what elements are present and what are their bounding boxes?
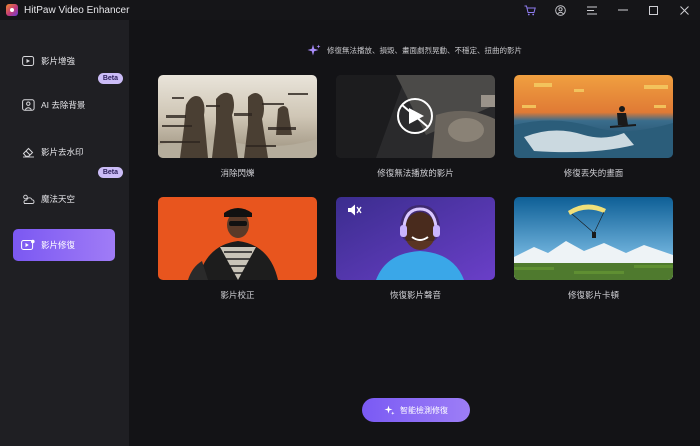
card-restore-audio[interactable]: 恢復影片聲音 [336,197,495,301]
title-bar: HitPaw Video Enhancer [0,0,700,20]
card-fix-stutter[interactable]: 修復影片卡頓 [514,197,673,301]
minimize-icon[interactable] [607,0,638,20]
flicker-thumbnail [158,75,317,158]
main-panel: 修復無法播放、損毀、畫面劇烈晃動、不穩定、扭曲的影片 消除閃爍 修復無法播放的影… [129,20,700,446]
card-label: 影片校正 [220,290,255,300]
menu-icon[interactable] [576,0,607,20]
sidebar-item-magic-sky[interactable]: 魔法天空 Beta [13,167,123,215]
sparkle-icon [384,405,395,415]
card-label: 修復無法播放的影片 [377,168,454,178]
hint-row: 修復無法播放、損毀、畫面劇烈晃動、不穩定、扭曲的影片 [129,44,700,57]
sidebar: 影片增強 AI 去除背景 Beta 影片去水印 魔法天空 Beta 影片修復 [0,20,129,446]
card-label: 修復影片卡頓 [567,290,619,300]
sidebar-item-label: 影片增強 [41,56,76,66]
cart-icon[interactable] [514,0,545,20]
video-enhance-icon [21,54,35,68]
account-icon[interactable] [545,0,576,20]
ai-portrait-icon [21,98,35,112]
card-video-correction[interactable]: 影片校正 [158,197,317,301]
sidebar-item-label: AI 去除背景 [41,100,86,110]
sidebar-item-label: 影片修復 [41,240,76,250]
missing-frames-thumbnail [514,75,673,158]
app-title: HitPaw Video Enhancer [24,4,130,16]
card-unplayable-video[interactable]: 修復無法播放的影片 [336,75,495,179]
beta-badge: Beta [97,73,123,84]
eraser-icon [21,145,35,159]
sparkle-icon [307,44,321,56]
sidebar-item-watermark-removal[interactable]: 影片去水印 [13,136,115,168]
card-label: 修復丟失的畫面 [563,168,624,178]
sidebar-item-video-enhance[interactable]: 影片增強 [13,45,115,77]
sky-icon [21,192,35,206]
app-logo [6,4,18,16]
video-repair-icon [21,238,35,252]
stutter-thumbnail [514,197,673,280]
hint-text: 修復無法播放、損毀、畫面劇烈晃動、不穩定、扭曲的影片 [327,46,522,55]
close-icon[interactable] [669,0,700,20]
card-flicker-removal[interactable]: 消除閃爍 [158,75,317,179]
smart-detect-repair-label: 智能檢測修復 [400,405,448,415]
card-label: 消除閃爍 [220,168,255,178]
sidebar-item-label: 魔法天空 [41,194,76,204]
card-label: 恢復影片聲音 [389,290,441,300]
sidebar-item-label: 影片去水印 [41,147,84,157]
sidebar-item-video-repair[interactable]: 影片修復 [13,229,115,261]
correction-thumbnail [158,197,317,280]
sidebar-item-ai-background-removal[interactable]: AI 去除背景 Beta [13,73,123,121]
unplayable-thumbnail [336,75,495,158]
beta-badge: Beta [97,167,123,178]
restore-audio-thumbnail [336,197,495,280]
maximize-icon[interactable] [638,0,669,20]
card-missing-frames[interactable]: 修復丟失的畫面 [514,75,673,179]
smart-detect-repair-button[interactable]: 智能檢測修復 [362,398,470,422]
